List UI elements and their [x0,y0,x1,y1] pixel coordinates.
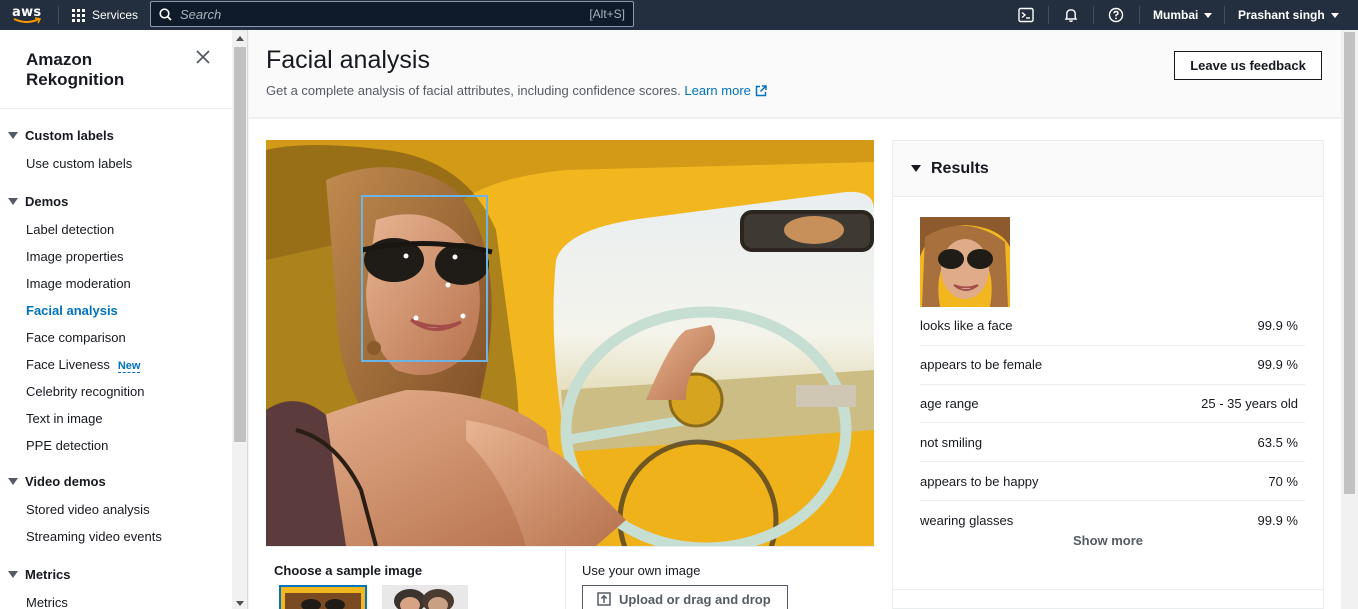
page-title: Facial analysis [266,46,430,74]
result-row: appears to be happy 70 % [920,462,1305,501]
upload-button[interactable]: Upload or drag and drop [582,585,788,609]
divider [893,589,1323,590]
caret-down-icon [8,132,18,139]
result-row: age range 25 - 35 years old [920,385,1305,424]
main-content: Facial analysis Get a complete analysis … [249,30,1341,609]
divider [58,6,59,24]
divider [1093,6,1094,24]
image-chooser: Choose a sample image Use your own image… [266,546,874,609]
results-panel: Results looks like a face 99.9 % appears … [892,140,1324,609]
scroll-down-arrow-icon[interactable] [236,601,244,606]
region-label: Mumbai [1153,8,1199,22]
page-description: Get a complete analysis of facial attrib… [266,83,767,98]
face-landmark-point [445,282,451,288]
divider [1224,6,1225,24]
result-row: appears to be female 99.9 % [920,346,1305,385]
sidebar-item-face-comparison[interactable]: Face comparison [26,330,126,345]
sidebar-group-video-demos[interactable]: Video demos [8,474,106,489]
chevron-down-icon [1204,12,1213,18]
divider [0,108,232,109]
result-row: not smiling 63.5 % [920,423,1305,463]
sidebar-group-custom-labels[interactable]: Custom labels [8,128,114,143]
scrollbar-thumb[interactable] [234,47,246,442]
detected-face-thumbnail [920,217,1010,307]
search-input[interactable] [172,6,590,22]
sidebar-group-demos[interactable]: Demos [8,194,68,209]
top-navigation: aws Services [Alt+S] Mumbai Prashant sin… [0,0,1358,30]
sidebar-item-image-moderation[interactable]: Image moderation [26,276,131,291]
close-icon[interactable] [196,50,214,68]
analysis-area: Choose a sample image Use your own image… [249,119,1341,609]
sidebar: Amazon Rekognition Custom labels Use cus… [0,30,232,609]
analyzed-image [266,140,874,546]
sidebar-item-stored-video-analysis[interactable]: Stored video analysis [26,502,150,517]
sidebar-item-label-detection[interactable]: Label detection [26,222,114,237]
sidebar-item-ppe-detection[interactable]: PPE detection [26,438,108,453]
caret-down-icon [8,571,18,578]
aws-logo[interactable]: aws [12,3,44,27]
sidebar-item-facial-analysis[interactable]: Facial analysis [26,303,118,318]
upload-icon [597,592,611,606]
sidebar-item-face-liveness[interactable]: Face Liveness New [26,357,141,373]
results-title: Results [931,159,989,177]
region-selector[interactable]: Mumbai [1153,0,1213,30]
services-menu-button[interactable]: Services [72,0,138,30]
divider [1139,6,1140,24]
chevron-down-icon [1330,12,1339,18]
sidebar-item-use-custom-labels[interactable]: Use custom labels [26,156,132,171]
page-header: Facial analysis Get a complete analysis … [249,30,1341,118]
sample-image-heading: Choose a sample image [274,563,423,578]
face-landmark-point [403,253,409,259]
sidebar-scrollbar[interactable] [232,30,248,609]
caret-down-icon [8,198,18,205]
caret-down-icon [911,165,921,172]
sidebar-item-streaming-video-events[interactable]: Streaming video events [26,529,162,544]
leave-feedback-button[interactable]: Leave us feedback [1174,51,1322,80]
scroll-up-arrow-icon[interactable] [236,36,244,41]
bell-icon[interactable] [1061,5,1081,25]
new-badge: New [117,360,141,373]
page-scrollbar[interactable] [1341,30,1358,609]
face-landmark-point [413,315,419,321]
services-label: Services [92,8,139,22]
show-more-button[interactable]: Show more [893,533,1323,548]
aws-smile-icon [13,17,41,24]
grid-icon [72,8,85,22]
cloudshell-icon[interactable] [1016,5,1036,25]
sidebar-item-metrics[interactable]: Metrics [26,595,68,609]
face-landmark-point [452,254,458,260]
sample-image-thumbnail-selected[interactable] [279,585,367,609]
help-icon[interactable] [1106,5,1126,25]
result-row: looks like a face 99.9 % [920,307,1305,346]
scrollbar-thumb[interactable] [1344,32,1355,494]
sidebar-group-metrics[interactable]: Metrics [8,567,71,582]
divider [1048,6,1049,24]
learn-more-link[interactable]: Learn more [684,83,767,98]
results-header-toggle[interactable]: Results [893,141,1323,197]
sample-image-thumbnail[interactable] [382,585,468,609]
sidebar-item-text-in-image[interactable]: Text in image [26,411,103,426]
sidebar-item-image-properties[interactable]: Image properties [26,249,124,264]
caret-down-icon [8,478,18,485]
sidebar-item-celebrity-recognition[interactable]: Celebrity recognition [26,384,145,399]
search-shortcut: [Alt+S] [589,7,625,21]
user-name: Prashant singh [1238,8,1325,22]
results-list: looks like a face 99.9 % appears to be fe… [920,307,1305,540]
external-link-icon [755,85,767,97]
own-image-heading: Use your own image [582,563,701,578]
search-bar[interactable]: [Alt+S] [150,1,634,27]
face-landmark-point [460,313,466,319]
divider [565,547,566,609]
sidebar-title: Amazon Rekognition [26,50,125,89]
account-menu[interactable]: Prashant singh [1238,0,1339,30]
search-icon [159,7,172,21]
